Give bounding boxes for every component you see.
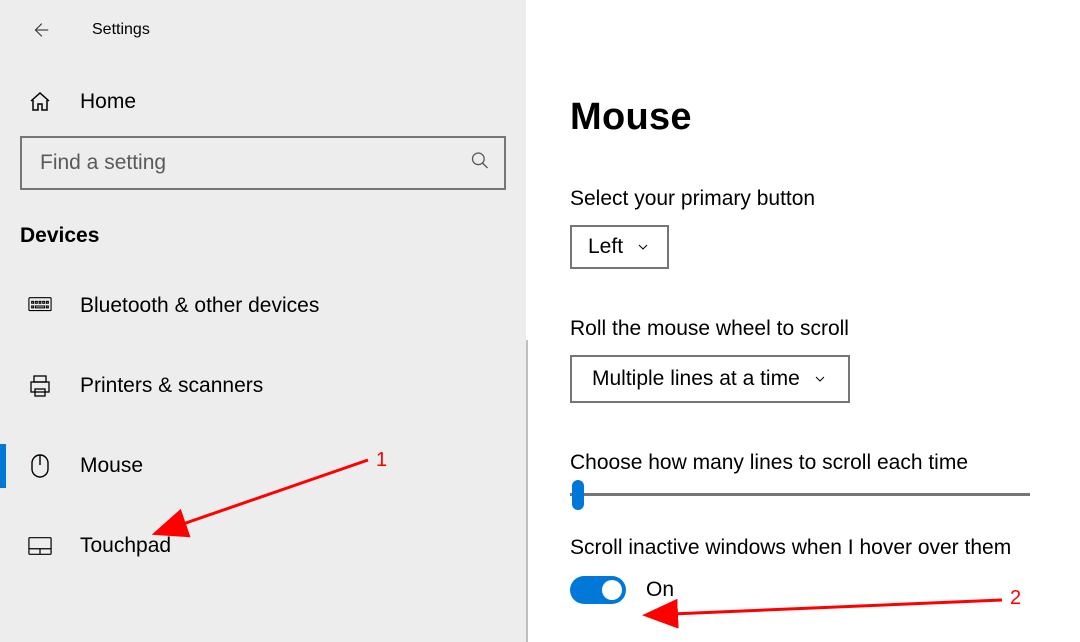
keyboard-devices-icon [28,294,52,318]
dropdown-value: Left [588,235,623,259]
primary-button-label: Select your primary button [570,187,1036,211]
back-button[interactable] [28,18,52,42]
wheel-mode-dropdown[interactable]: Multiple lines at a time [570,355,850,403]
sidebar-item-touchpad[interactable]: Touchpad [0,506,526,586]
chevron-down-icon [812,371,828,387]
scroll-inactive-toggle[interactable] [570,576,626,604]
mouse-icon [28,454,52,478]
sidebar-item-label: Touchpad [80,534,171,558]
wheel-mode-label: Roll the mouse wheel to scroll [570,317,1036,341]
lines-per-scroll-label: Choose how many lines to scroll each tim… [570,451,1036,475]
sidebar-item-mouse[interactable]: Mouse [0,426,526,506]
back-arrow-icon [29,19,51,41]
search-input[interactable] [20,136,506,190]
sidebar-item-label: Mouse [80,454,143,478]
sidebar-section-label: Devices [0,190,526,266]
search-box[interactable] [20,136,506,190]
home-icon [28,90,52,114]
primary-button-dropdown[interactable]: Left [570,225,669,269]
dropdown-value: Multiple lines at a time [592,367,800,391]
sidebar-home[interactable]: Home [0,60,526,136]
settings-sidebar: Settings Home Devices Bluetooth & oth [0,0,526,642]
settings-content: Mouse Select your primary button Left Ro… [526,0,1080,642]
page-title: Mouse [570,96,1036,139]
slider-thumb[interactable] [572,480,584,510]
toggle-state-text: On [646,578,674,602]
search-icon [470,151,490,176]
toggle-knob [602,580,622,600]
app-title: Settings [92,21,150,39]
touchpad-icon [28,534,52,558]
vertical-separator [526,340,528,642]
sidebar-item-printers[interactable]: Printers & scanners [0,346,526,426]
lines-slider[interactable] [570,493,1030,496]
printer-icon [28,374,52,398]
sidebar-item-label: Bluetooth & other devices [80,294,319,318]
chevron-down-icon [635,239,651,255]
sidebar-home-label: Home [80,90,136,114]
sidebar-item-label: Printers & scanners [80,374,263,398]
scroll-inactive-label: Scroll inactive windows when I hover ove… [570,536,1036,560]
sidebar-item-bluetooth[interactable]: Bluetooth & other devices [0,266,526,346]
